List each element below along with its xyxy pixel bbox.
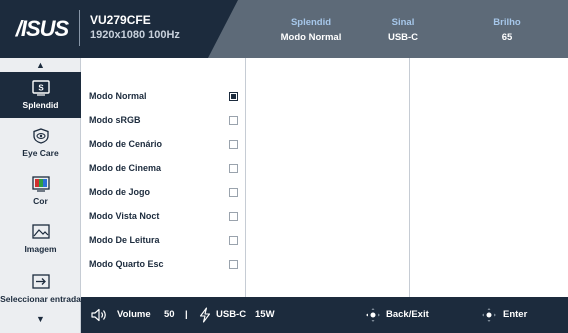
status-label: Splendid — [290, 17, 332, 28]
status-value: Modo Normal — [280, 32, 342, 43]
status-value: USB-C — [387, 32, 419, 43]
enter-label: Enter — [503, 309, 528, 320]
option-label: Modo de Jogo — [89, 187, 150, 197]
radio-checkbox[interactable] — [229, 259, 238, 269]
option-modo-jogo[interactable]: Modo de Jogo — [89, 180, 245, 204]
osd-footer: Volume 50 | USB-C 15W Back/Exit Enter — [81, 297, 568, 333]
option-label: Modo de Cenário — [89, 139, 163, 149]
option-modo-normal[interactable]: Modo Normal — [89, 84, 245, 108]
power-label: USB-C — [216, 309, 247, 320]
scroll-down-arrow-icon[interactable]: ▼ — [0, 314, 81, 324]
volume-label: Volume — [117, 309, 151, 320]
joystick-left-icon[interactable] — [365, 307, 381, 323]
radio-checkbox[interactable] — [229, 115, 238, 125]
status-signal: Sinal USB-C — [358, 17, 448, 44]
header-divider — [79, 10, 80, 46]
resolution-info: 1920x1080 100Hz — [90, 29, 180, 41]
footer-separator: | — [185, 309, 188, 320]
sidebar-item-image[interactable]: Imagem — [0, 216, 81, 262]
radio-checkbox[interactable] — [229, 211, 238, 221]
sidebar-item-splendid[interactable]: S Splendid — [0, 72, 81, 118]
sidebar: ▲ S Splendid Eye Care Cor Imagem Selecci… — [0, 58, 81, 333]
model-name: VU279CFE — [90, 13, 151, 27]
eye-care-icon — [32, 128, 49, 144]
svg-text:S: S — [38, 84, 44, 93]
image-icon — [31, 224, 50, 239]
osd-header: /ISUS VU279CFE 1920x1080 100Hz Splendid … — [0, 0, 568, 58]
input-select-icon — [31, 274, 50, 289]
back-exit-label: Back/Exit — [386, 309, 429, 320]
option-label: Modo Vista Noct — [89, 211, 160, 221]
sidebar-item-label: Cor — [33, 196, 48, 206]
splendid-icon: S — [31, 80, 50, 96]
option-modo-cinema[interactable]: Modo de Cinema — [89, 156, 245, 180]
scroll-up-arrow-icon[interactable]: ▲ — [0, 60, 81, 70]
radio-checkbox[interactable] — [229, 235, 238, 245]
radio-checkbox[interactable] — [229, 139, 238, 149]
asus-logo-text: /ISUS — [15, 16, 69, 41]
radio-checkbox-selected[interactable] — [229, 91, 238, 101]
status-label: Brilho — [493, 17, 521, 28]
sidebar-item-eye-care[interactable]: Eye Care — [0, 120, 81, 166]
option-label: Modo Quarto Esc — [89, 259, 164, 269]
option-label: Modo de Cinema — [89, 163, 162, 173]
volume-value: 50 — [164, 309, 175, 320]
radio-checkbox[interactable] — [229, 163, 238, 173]
asus-logo: /ISUS — [10, 13, 74, 45]
sidebar-item-input-select[interactable]: Seleccionar entrada — [0, 266, 81, 312]
option-modo-cenario[interactable]: Modo de Cenário — [89, 132, 245, 156]
power-value: 15W — [255, 309, 275, 320]
status-brightness: Brilho 65 — [462, 17, 552, 44]
option-modo-vista-noct[interactable]: Modo Vista Noct — [89, 204, 245, 228]
option-label: Modo sRGB — [89, 115, 141, 125]
menu-content: Modo Normal Modo sRGB Modo de Cenário Mo… — [81, 58, 568, 297]
option-modo-srgb[interactable]: Modo sRGB — [89, 108, 245, 132]
column-divider — [409, 58, 410, 297]
sidebar-item-color[interactable]: Cor — [0, 168, 81, 214]
option-label: Modo Normal — [89, 91, 147, 101]
volume-icon — [91, 308, 106, 322]
status-label: Sinal — [391, 17, 415, 28]
sidebar-item-label: Eye Care — [22, 148, 59, 158]
option-label: Modo De Leitura — [89, 235, 160, 245]
sidebar-item-label: Splendid — [22, 100, 59, 110]
power-delivery-icon — [199, 307, 211, 323]
sidebar-item-label: Imagem — [24, 244, 57, 254]
option-modo-quarto-esc[interactable]: Modo Quarto Esc — [89, 252, 245, 276]
radio-checkbox[interactable] — [229, 187, 238, 197]
option-modo-leitura[interactable]: Modo De Leitura — [89, 228, 245, 252]
color-icon — [31, 176, 50, 192]
status-value: 65 — [501, 32, 513, 43]
status-splendid: Splendid Modo Normal — [266, 17, 356, 44]
column-divider — [245, 58, 246, 297]
joystick-press-icon[interactable] — [481, 307, 497, 323]
sidebar-item-label: Seleccionar entrada — [0, 294, 81, 304]
